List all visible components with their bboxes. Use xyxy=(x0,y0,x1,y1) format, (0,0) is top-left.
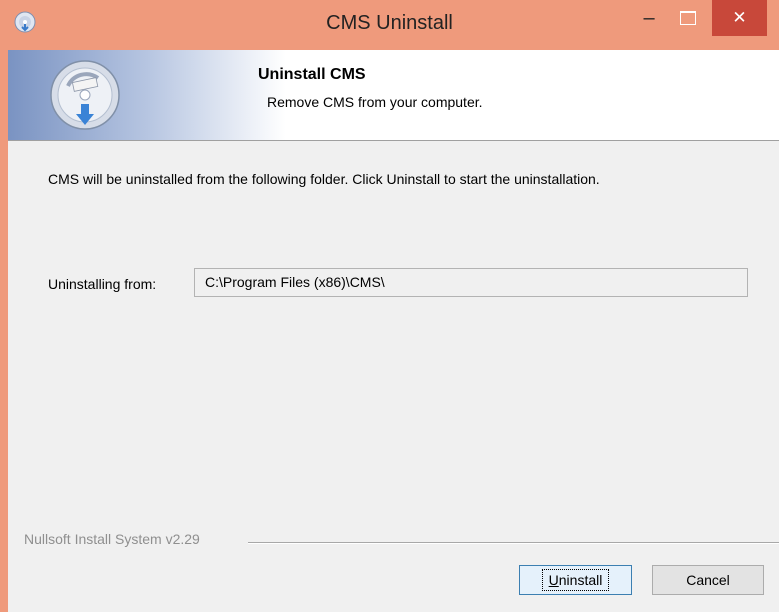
title-bar[interactable]: CMS Uninstall – ✕ xyxy=(0,0,779,50)
uninstall-accelerator: U xyxy=(548,572,559,588)
branding-text: Nullsoft Install System v2.29 xyxy=(24,531,206,547)
uninstall-label-rest: ninstall xyxy=(558,572,603,588)
uninstall-button-label: Uninstall xyxy=(541,569,610,591)
uninstall-disc-icon xyxy=(50,60,120,130)
header-subtitle: Remove CMS from your computer. xyxy=(267,94,483,110)
intro-text: CMS will be uninstalled from the followi… xyxy=(48,171,600,187)
dialog-header: Uninstall CMS Remove CMS from your compu… xyxy=(8,50,779,141)
maximize-icon xyxy=(680,11,696,25)
cancel-button[interactable]: Cancel xyxy=(652,565,764,595)
close-icon: ✕ xyxy=(732,8,747,27)
uninstall-button[interactable]: Uninstall xyxy=(519,565,632,595)
maximize-button[interactable] xyxy=(670,0,706,36)
close-button[interactable]: ✕ xyxy=(712,0,767,36)
dialog-client-area: Uninstall CMS Remove CMS from your compu… xyxy=(8,50,779,612)
branding-divider xyxy=(248,542,779,544)
installer-window: CMS Uninstall – ✕ Uninstall CMS Remove C… xyxy=(0,0,779,612)
minimize-icon: – xyxy=(643,6,655,29)
minimize-button[interactable]: – xyxy=(631,0,667,36)
uninstall-folder-field[interactable]: C:\Program Files (x86)\CMS\ xyxy=(194,268,748,297)
uninstall-from-label: Uninstalling from: xyxy=(48,276,157,292)
header-title: Uninstall CMS xyxy=(258,66,366,83)
